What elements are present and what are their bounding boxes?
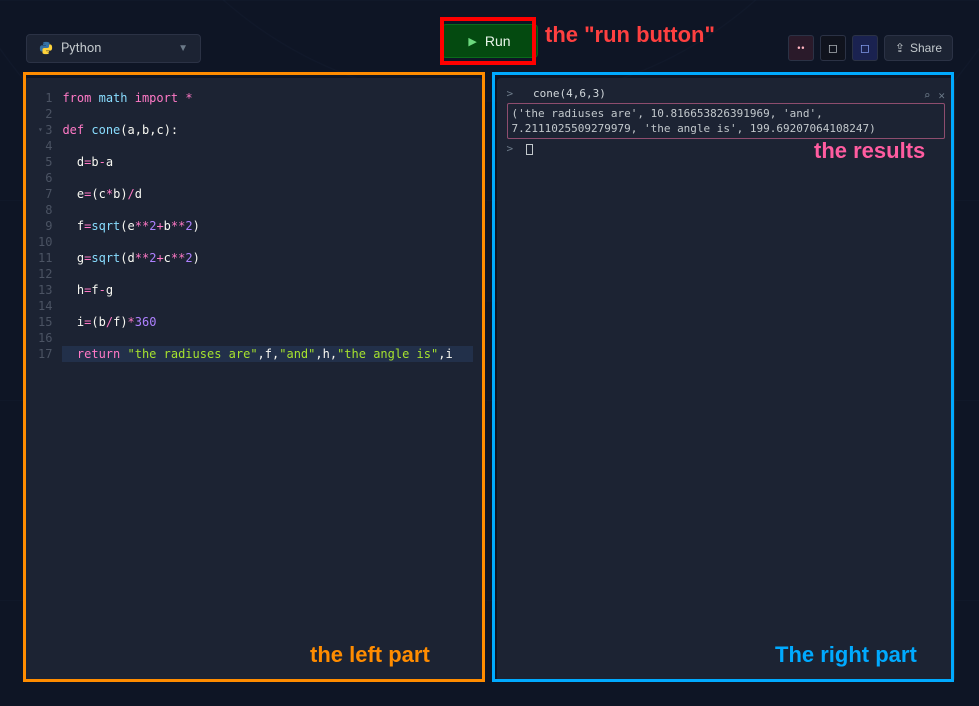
- line-number: 9: [38, 218, 52, 234]
- code-line[interactable]: [62, 170, 472, 186]
- line-number: 11: [38, 250, 52, 266]
- console-command: cone(4,6,3): [533, 87, 606, 100]
- code-line[interactable]: d=b-a: [62, 154, 472, 170]
- panels: 1234567891011121314151617 from math impo…: [0, 68, 979, 706]
- console-prompt-line[interactable]: >: [507, 141, 946, 156]
- code-line[interactable]: [62, 202, 472, 218]
- line-number: 12: [38, 266, 52, 282]
- line-number: 5: [38, 154, 52, 170]
- console-input-line: > cone(4,6,3): [507, 86, 946, 101]
- line-number: 16: [38, 330, 52, 346]
- avatar-1[interactable]: ••: [788, 35, 814, 61]
- console-panel[interactable]: ⌕ ✕ > cone(4,6,3) ('the radiuses are', 1…: [497, 78, 956, 682]
- share-label: Share: [910, 41, 942, 55]
- code-line[interactable]: [62, 106, 472, 122]
- line-number: 8: [38, 202, 52, 218]
- line-number: 7: [38, 186, 52, 202]
- code-line[interactable]: h=f-g: [62, 282, 472, 298]
- line-number: 13: [38, 282, 52, 298]
- line-number: 14: [38, 298, 52, 314]
- code-line[interactable]: [62, 138, 472, 154]
- line-number: 1: [38, 90, 52, 106]
- play-icon: ▶: [468, 35, 476, 48]
- code-line[interactable]: from math import *: [62, 90, 472, 106]
- line-number: 2: [38, 106, 52, 122]
- share-icon: ⇪: [895, 41, 905, 55]
- line-number: 6: [38, 170, 52, 186]
- run-label: Run: [485, 33, 511, 49]
- code-line[interactable]: f=sqrt(e**2+b**2): [62, 218, 472, 234]
- code-line[interactable]: [62, 330, 472, 346]
- editor-panel[interactable]: 1234567891011121314151617 from math impo…: [24, 78, 483, 682]
- cursor-icon: [526, 144, 533, 155]
- line-number: 3: [38, 122, 52, 138]
- console[interactable]: ⌕ ✕ > cone(4,6,3) ('the radiuses are', 1…: [497, 78, 956, 682]
- console-output: ('the radiuses are', 10.816653826391969,…: [507, 103, 946, 139]
- line-number: 15: [38, 314, 52, 330]
- share-button[interactable]: ⇪ Share: [884, 35, 953, 61]
- language-select[interactable]: Python ▼: [26, 34, 201, 63]
- code-line[interactable]: return "the radiuses are",f,"and",h,"the…: [62, 346, 472, 362]
- toolbar: Python ▼ ▶ Run •• ◻ ◻ ⇪ Share: [0, 0, 979, 68]
- avatar-2[interactable]: ◻: [820, 35, 846, 61]
- code-line[interactable]: def cone(a,b,c):: [62, 122, 472, 138]
- language-label: Python: [61, 41, 101, 56]
- console-search-icons[interactable]: ⌕ ✕: [924, 88, 945, 103]
- line-number: 10: [38, 234, 52, 250]
- code-editor[interactable]: 1234567891011121314151617 from math impo…: [24, 78, 483, 682]
- code-line[interactable]: [62, 298, 472, 314]
- code-line[interactable]: [62, 266, 472, 282]
- code-line[interactable]: i=(b/f)*360: [62, 314, 472, 330]
- close-icon[interactable]: ✕: [938, 88, 945, 103]
- run-button[interactable]: ▶ Run: [441, 24, 537, 58]
- chevron-down-icon: ▼: [178, 43, 188, 54]
- search-icon[interactable]: ⌕: [924, 88, 931, 103]
- line-number: 17: [38, 346, 52, 362]
- right-tools: •• ◻ ◻ ⇪ Share: [788, 35, 953, 61]
- avatar-3[interactable]: ◻: [852, 35, 878, 61]
- code-line[interactable]: [62, 234, 472, 250]
- code-line[interactable]: e=(c*b)/d: [62, 186, 472, 202]
- python-icon: [39, 41, 53, 55]
- code-line[interactable]: g=sqrt(d**2+c**2): [62, 250, 472, 266]
- line-number: 4: [38, 138, 52, 154]
